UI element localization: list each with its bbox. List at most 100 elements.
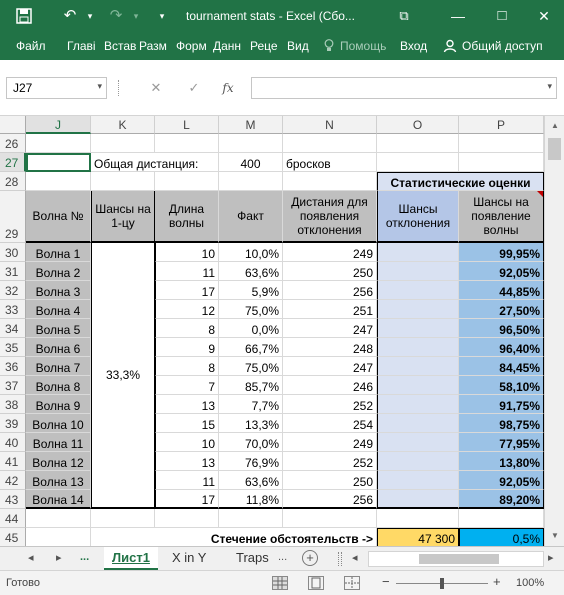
cell[interactable] — [155, 134, 219, 153]
wave-length[interactable]: 13 — [155, 395, 219, 414]
tab-review[interactable]: Реце — [250, 39, 278, 53]
row-header[interactable]: 41 — [0, 452, 26, 471]
deviation-chance[interactable] — [377, 357, 459, 376]
scroll-left-icon[interactable]: ◂ — [352, 551, 358, 564]
name-box[interactable]: J27 ▾ — [6, 77, 107, 99]
row-header[interactable]: 36 — [0, 357, 26, 376]
wave-length[interactable]: 7 — [155, 376, 219, 395]
row-header[interactable]: 31 — [0, 262, 26, 281]
wave-distance[interactable]: 250 — [283, 471, 377, 490]
wave-name[interactable]: Волна 10 — [26, 414, 91, 433]
deviation-chance[interactable] — [377, 452, 459, 471]
appearance-chance[interactable]: 92,05% — [459, 262, 544, 281]
ribbon-display-options-icon[interactable]: ⧉ — [392, 4, 416, 28]
wave-fact[interactable]: 63,6% — [219, 471, 283, 490]
vertical-scrollbar[interactable]: ▲ ▼ — [544, 116, 564, 546]
wave-distance[interactable]: 247 — [283, 357, 377, 376]
cell[interactable] — [26, 172, 91, 191]
wave-name[interactable]: Волна 13 — [26, 471, 91, 490]
worksheet-grid[interactable]: J K L M N O P 26 27 28 29 30 31 32 33 34 35 36 37 38… — [0, 116, 564, 546]
undo-dropdown-icon[interactable]: ▾ — [80, 6, 100, 26]
appearance-chance[interactable]: 96,50% — [459, 319, 544, 338]
row-header[interactable]: 43 — [0, 490, 26, 509]
row-header[interactable]: 42 — [0, 471, 26, 490]
column-header-l[interactable]: L — [155, 116, 219, 134]
deviation-chance[interactable] — [377, 262, 459, 281]
row-header[interactable]: 39 — [0, 414, 26, 433]
deviation-chance[interactable] — [377, 414, 459, 433]
wave-distance[interactable]: 247 — [283, 319, 377, 338]
help-lightbulb-icon[interactable] — [324, 39, 334, 53]
wave-fact[interactable]: 75,0% — [219, 300, 283, 319]
row-header[interactable]: 33 — [0, 300, 26, 319]
header-deviation[interactable]: Шансы отклонения — [377, 191, 459, 243]
total-distance-label[interactable]: Общая дистанция: — [91, 153, 219, 172]
wave-name[interactable]: Волна 1 — [26, 243, 91, 262]
deviation-chance[interactable] — [377, 243, 459, 262]
appearance-chance[interactable]: 77,95% — [459, 433, 544, 452]
select-all-corner[interactable] — [0, 116, 26, 134]
deviation-chance[interactable] — [377, 490, 459, 509]
coincidence-p-value[interactable]: 0,5% — [459, 528, 544, 546]
wave-distance[interactable]: 250 — [283, 262, 377, 281]
deviation-chance[interactable] — [377, 433, 459, 452]
deviation-chance[interactable] — [377, 395, 459, 414]
appearance-chance[interactable]: 92,05% — [459, 471, 544, 490]
zoom-slider-handle[interactable] — [440, 578, 444, 589]
wave-distance[interactable]: 246 — [283, 376, 377, 395]
wave-fact[interactable]: 70,0% — [219, 433, 283, 452]
cell[interactable] — [459, 153, 544, 172]
wave-name[interactable]: Волна 2 — [26, 262, 91, 281]
zoom-out-icon[interactable]: − — [382, 574, 390, 589]
wave-distance[interactable]: 248 — [283, 338, 377, 357]
tab-insert[interactable]: Встав — [104, 39, 136, 53]
wave-fact[interactable]: 66,7% — [219, 338, 283, 357]
wave-length[interactable]: 11 — [155, 471, 219, 490]
cancel-icon[interactable]: ✕ — [145, 77, 167, 99]
page-break-view-icon[interactable] — [344, 576, 360, 590]
cell[interactable] — [91, 134, 155, 153]
wave-length[interactable]: 9 — [155, 338, 219, 357]
total-distance-unit[interactable]: бросков — [283, 153, 377, 172]
redo-dropdown-icon[interactable]: ▾ — [126, 6, 146, 26]
tell-me-search[interactable]: Помощь — [340, 39, 386, 53]
wave-name[interactable]: Волна 9 — [26, 395, 91, 414]
wave-distance[interactable]: 249 — [283, 243, 377, 262]
cell[interactable] — [283, 509, 377, 528]
wave-fact[interactable]: 85,7% — [219, 376, 283, 395]
chance-merged-cell[interactable]: 33,3% — [91, 243, 155, 509]
redo-icon[interactable]: ↷ — [106, 6, 126, 26]
cell[interactable] — [377, 134, 459, 153]
insert-function-icon[interactable]: fx — [217, 77, 239, 99]
selected-cell-j27[interactable] — [26, 153, 91, 172]
row-header[interactable]: 38 — [0, 395, 26, 414]
appearance-chance[interactable]: 91,75% — [459, 395, 544, 414]
appearance-chance[interactable]: 98,75% — [459, 414, 544, 433]
wave-length[interactable]: 8 — [155, 357, 219, 376]
wave-fact[interactable]: 63,6% — [219, 262, 283, 281]
sheet-tab-list1[interactable]: Лист1 — [104, 547, 158, 570]
tab-data[interactable]: Данн — [213, 39, 241, 53]
tab-splitter[interactable] — [338, 552, 342, 566]
cell[interactable] — [26, 528, 91, 546]
coincidence-o-value[interactable]: 47 300 — [377, 528, 459, 546]
cell[interactable] — [377, 153, 459, 172]
wave-length[interactable]: 17 — [155, 281, 219, 300]
wave-name[interactable]: Волна 3 — [26, 281, 91, 300]
share-user-icon[interactable] — [443, 39, 457, 54]
appearance-chance[interactable]: 89,20% — [459, 490, 544, 509]
row-header[interactable]: 35 — [0, 338, 26, 357]
cell[interactable] — [91, 509, 155, 528]
row-header[interactable]: 32 — [0, 281, 26, 300]
row-header[interactable]: 44 — [0, 509, 26, 528]
horizontal-scroll-thumb[interactable] — [419, 554, 499, 564]
close-icon[interactable]: ✕ — [532, 4, 556, 28]
sheet-tab-traps[interactable]: Traps — [228, 547, 277, 570]
deviation-chance[interactable] — [377, 319, 459, 338]
wave-distance[interactable]: 249 — [283, 433, 377, 452]
wave-distance[interactable]: 251 — [283, 300, 377, 319]
wave-length[interactable]: 10 — [155, 243, 219, 262]
tab-view[interactable]: Вид — [287, 39, 309, 53]
wave-name[interactable]: Волна 6 — [26, 338, 91, 357]
wave-distance[interactable]: 256 — [283, 490, 377, 509]
